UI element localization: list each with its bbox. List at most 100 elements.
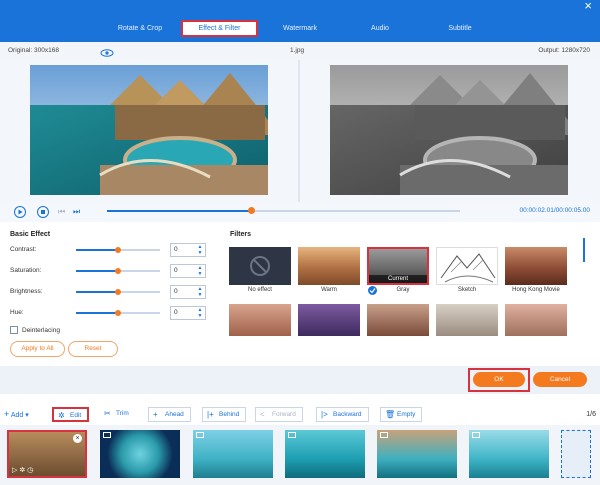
current-badge: Current xyxy=(369,275,427,283)
backward-button[interactable]: |> Backward xyxy=(316,407,369,422)
clip-thumbnail[interactable] xyxy=(377,430,457,478)
hue-slider-handle[interactable] xyxy=(115,310,121,316)
previous-frame-icon[interactable]: ⏮ xyxy=(58,207,65,217)
cancel-button[interactable]: Cancel xyxy=(533,372,587,387)
edit-icon: ✲ xyxy=(58,411,65,420)
plus-icon: + xyxy=(4,409,10,419)
insert-after-icon: |+ xyxy=(207,410,214,419)
tab-subtitle[interactable]: Subtitle xyxy=(425,20,495,37)
filter-hong-kong-movie[interactable] xyxy=(505,247,567,285)
clip-thumbnail[interactable] xyxy=(469,430,549,478)
backward-icon: |> xyxy=(321,410,328,419)
filter-label: Sketch xyxy=(457,287,477,293)
trim-button[interactable]: ✂ Trim xyxy=(100,407,135,422)
contrast-slider-handle[interactable] xyxy=(115,247,121,253)
image-icon xyxy=(196,432,204,438)
clip-controls-icon[interactable]: ▷ ✲ ◷ xyxy=(12,466,33,474)
file-name-label: 1.jpg xyxy=(290,47,305,54)
filter-label: Hong Kong Movie xyxy=(512,287,560,293)
dialog-actions: OK Cancel xyxy=(0,366,600,394)
contrast-label: Contrast: xyxy=(10,246,37,253)
filter-label: Gray xyxy=(396,287,410,293)
tab-watermark[interactable]: Watermark xyxy=(265,20,335,37)
filter-thumbnail[interactable] xyxy=(505,304,567,336)
hue-label: Hue: xyxy=(10,309,24,316)
preview-info-row: Original: 300x168 1.jpg Output: 1280x720 xyxy=(0,42,600,60)
output-size-label: Output: 1280x720 xyxy=(538,47,590,54)
add-clip-slot[interactable] xyxy=(561,430,591,478)
tab-rotate-crop[interactable]: Rotate & Crop xyxy=(100,20,180,37)
saturation-label: Saturation: xyxy=(10,267,42,274)
timeline-handle[interactable] xyxy=(248,207,255,214)
close-icon[interactable]: × xyxy=(584,0,592,12)
chevron-down-icon: ▾ xyxy=(25,412,29,419)
editor-tab-bar: Rotate & Crop Effect & Filter Watermark … xyxy=(0,0,600,42)
saturation-slider-fill xyxy=(76,270,118,272)
remove-clip-icon[interactable]: × xyxy=(73,434,82,443)
spinner-arrows-icon[interactable]: ▲ ▼ xyxy=(196,265,204,277)
ok-button[interactable]: OK xyxy=(473,372,525,387)
filter-no-effect[interactable] xyxy=(229,247,291,285)
forward-button[interactable]: < Forward xyxy=(255,407,303,422)
image-icon xyxy=(103,432,111,438)
original-preview-image xyxy=(30,65,268,195)
hue-input[interactable]: 0 ▲ ▼ xyxy=(170,306,206,320)
filter-label: No effect xyxy=(248,287,272,293)
page-indicator: 1/6 xyxy=(586,411,596,418)
ahead-button[interactable]: + Ahead xyxy=(148,407,191,422)
hue-slider-fill xyxy=(76,312,118,314)
play-icon[interactable] xyxy=(14,206,26,218)
bottom-toolbar: + Add ▾ ✲ Edit ✂ Trim + Ahead |+ Behind < For… xyxy=(0,403,600,425)
playback-bar: ⏮ ⏭ xyxy=(0,202,600,222)
filter-warm[interactable] xyxy=(298,247,360,285)
behind-button[interactable]: |+ Behind xyxy=(202,407,247,422)
original-size-label: Original: 300x168 xyxy=(8,47,59,54)
filter-thumbnail[interactable] xyxy=(436,304,498,336)
saturation-slider-handle[interactable] xyxy=(115,268,121,274)
filter-thumbnail[interactable] xyxy=(298,304,360,336)
filter-gray[interactable]: Current xyxy=(367,247,429,285)
brightness-slider-fill xyxy=(76,291,118,293)
filter-label: Warm xyxy=(321,287,337,293)
edit-button[interactable]: ✲ Edit xyxy=(52,407,90,422)
reset-button[interactable]: Reset xyxy=(68,341,118,357)
scissors-icon: ✂ xyxy=(104,409,111,418)
forward-icon: < xyxy=(260,410,265,419)
contrast-slider-fill xyxy=(76,249,118,251)
image-icon xyxy=(288,432,296,438)
brightness-slider-handle[interactable] xyxy=(115,289,121,295)
plus-icon: + xyxy=(153,410,158,419)
timeline-progress xyxy=(107,210,252,212)
clip-thumbnail[interactable] xyxy=(193,430,273,478)
empty-button[interactable]: 🗑 Empty xyxy=(380,407,423,422)
filter-thumbnail[interactable] xyxy=(229,304,291,336)
clip-thumbnail-selected[interactable]: × ▷ ✲ ◷ xyxy=(7,430,87,478)
stop-icon[interactable] xyxy=(37,206,49,218)
spinner-arrows-icon[interactable]: ▲ ▼ xyxy=(196,244,204,256)
deinterlacing-label: Deinterlacing xyxy=(22,327,60,334)
original-preview-pane xyxy=(0,60,298,202)
clip-thumbnail[interactable] xyxy=(100,430,180,478)
output-preview-image xyxy=(330,65,568,195)
saturation-input[interactable]: 0 ▲ ▼ xyxy=(170,264,206,278)
brightness-input[interactable]: 0 ▲ ▼ xyxy=(170,285,206,299)
spinner-arrows-icon[interactable]: ▲ ▼ xyxy=(196,286,204,298)
apply-to-all-button[interactable]: Apply to All xyxy=(10,341,65,357)
trash-icon: 🗑 xyxy=(385,410,396,419)
filters-scrollbar[interactable] xyxy=(583,238,585,262)
time-display: 00:00:02.01/00:00:05.00 xyxy=(519,207,590,214)
spinner-arrows-icon[interactable]: ▲ ▼ xyxy=(196,307,204,319)
filter-sketch[interactable] xyxy=(436,247,498,285)
filter-thumbnail[interactable] xyxy=(367,304,429,336)
deinterlacing-checkbox[interactable] xyxy=(10,326,18,334)
basic-effect-title: Basic Effect xyxy=(10,231,51,238)
clip-thumbnail[interactable] xyxy=(285,430,365,478)
tab-audio[interactable]: Audio xyxy=(345,20,415,37)
brightness-label: Brightness: xyxy=(10,288,43,295)
eye-icon[interactable] xyxy=(100,47,114,57)
contrast-input[interactable]: 0 ▲ ▼ xyxy=(170,243,206,257)
tab-effect-filter[interactable]: Effect & Filter xyxy=(181,20,258,37)
add-button[interactable]: + Add ▾ xyxy=(4,409,29,419)
next-frame-icon[interactable]: ⏭ xyxy=(73,207,80,217)
image-icon xyxy=(472,432,480,438)
